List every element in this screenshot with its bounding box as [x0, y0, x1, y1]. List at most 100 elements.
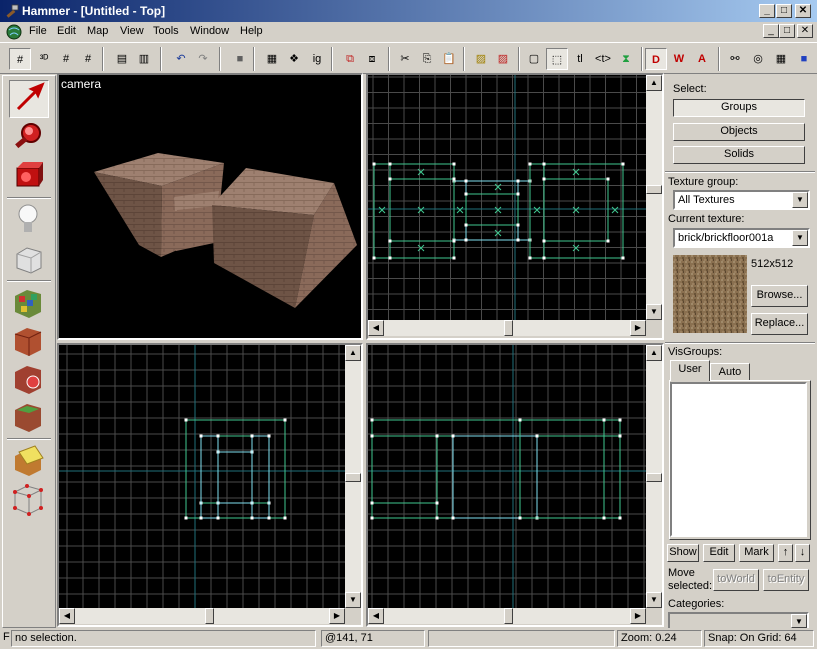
scroll-thumb[interactable]	[646, 473, 662, 482]
block-tool-icon[interactable]	[9, 240, 49, 278]
globe-icon[interactable]	[6, 24, 22, 40]
grid-toggle-icon[interactable]: ▦	[770, 48, 792, 70]
select-mode-icon[interactable]: ⬚	[546, 48, 568, 70]
redo-icon[interactable]: ↷	[192, 48, 214, 70]
move-up-button[interactable]: ↑	[778, 544, 793, 562]
scroll-right-icon[interactable]: ▶	[630, 320, 646, 336]
grid-2d-icon[interactable]: #	[9, 48, 31, 70]
mark-button[interactable]: Mark	[739, 544, 774, 562]
front-viewport[interactable]	[59, 345, 345, 608]
scroll-down-icon[interactable]: ▼	[646, 304, 662, 320]
to-world-button[interactable]: toWorld	[713, 569, 759, 591]
top-viewport[interactable]	[368, 75, 646, 320]
side-viewport-hscroll[interactable]: ◀ ▶	[368, 608, 646, 624]
group-icon[interactable]: ▤	[111, 48, 133, 70]
show-button[interactable]: Show	[667, 544, 699, 562]
hide-unselected-icon[interactable]: ▨	[492, 48, 514, 70]
scroll-thumb[interactable]	[205, 608, 214, 624]
texture-lock-button[interactable]: tl	[569, 48, 591, 70]
minimize-button[interactable]: _	[759, 4, 775, 18]
texture-apply-icon[interactable]: ❖	[283, 48, 305, 70]
scroll-thumb[interactable]	[646, 185, 662, 194]
scroll-down-icon[interactable]: ▼	[646, 592, 662, 608]
menu-map[interactable]: Map	[87, 25, 108, 37]
replace-button[interactable]: Replace...	[751, 313, 808, 335]
mdi-minimize-button[interactable]: _	[763, 24, 779, 38]
render-area-icon[interactable]: A	[691, 48, 713, 70]
target-icon[interactable]: ◎	[747, 48, 769, 70]
magnify-tool-icon[interactable]	[9, 120, 49, 158]
current-texture-select[interactable]: brick/brickfloor001a ▼	[673, 228, 810, 248]
edit-button[interactable]: Edit	[703, 544, 735, 562]
categories-select[interactable]: ▼	[668, 612, 809, 628]
dropdown-arrow-icon[interactable]: ▼	[791, 614, 807, 628]
grid-3d-icon[interactable]: ³ᴰ	[33, 48, 55, 70]
entity-tool-icon[interactable]	[9, 202, 49, 240]
grid-smaller-icon[interactable]: #	[55, 48, 77, 70]
link-icon[interactable]: ⚯	[724, 48, 746, 70]
select-objects-button[interactable]: Objects	[673, 123, 805, 141]
render-filter-icon[interactable]: D	[645, 48, 667, 70]
dropdown-arrow-icon[interactable]: ▼	[792, 192, 808, 208]
tie-to-entity-icon[interactable]: ⧉	[339, 48, 361, 70]
side-viewport[interactable]	[368, 345, 646, 608]
camera-viewport[interactable]: camera	[59, 75, 361, 338]
hide-selected-icon[interactable]: ▨	[470, 48, 492, 70]
scroll-right-icon[interactable]: ▶	[630, 608, 646, 624]
move-to-world-icon[interactable]: ⧈	[361, 48, 383, 70]
cube-group-icon[interactable]: ■	[793, 48, 815, 70]
front-viewport-vscroll[interactable]: ▲ ▼	[345, 345, 361, 608]
scroll-down-icon[interactable]: ▼	[345, 592, 361, 608]
clipping-tool-icon[interactable]	[9, 442, 49, 480]
top-viewport-hscroll[interactable]: ◀ ▶	[368, 320, 646, 336]
texture-application-icon[interactable]	[9, 284, 49, 322]
cut-icon[interactable]: ✂	[394, 48, 416, 70]
flip-icon[interactable]: ⧗	[615, 48, 637, 70]
scroll-up-icon[interactable]: ▲	[646, 75, 662, 91]
scroll-thumb[interactable]	[504, 608, 513, 624]
texture-preview[interactable]	[673, 255, 747, 333]
title-bar[interactable]: Hammer - [Untitled - Top] _ □ ✕	[0, 0, 817, 22]
dropdown-arrow-icon[interactable]: ▼	[792, 230, 808, 246]
menu-file[interactable]: File	[29, 25, 47, 37]
front-viewport-hscroll[interactable]: ◀ ▶	[59, 608, 345, 624]
scroll-left-icon[interactable]: ◀	[368, 320, 384, 336]
close-button[interactable]: ✕	[795, 4, 811, 18]
tab-auto[interactable]: Auto	[710, 363, 750, 381]
menu-tools[interactable]: Tools	[153, 25, 179, 37]
mdi-close-button[interactable]: ✕	[797, 24, 813, 38]
scroll-thumb[interactable]	[345, 473, 361, 482]
paste-icon[interactable]: 📋	[438, 48, 460, 70]
carve-icon[interactable]: ■	[229, 48, 251, 70]
tab-user[interactable]: User	[670, 360, 710, 381]
top-viewport-vscroll[interactable]: ▲ ▼	[646, 75, 662, 320]
copy-icon[interactable]: ⎘	[416, 48, 438, 70]
center-on-selection-button[interactable]: <t>	[592, 48, 614, 70]
select-solids-button[interactable]: Solids	[673, 146, 805, 164]
undo-icon[interactable]: ↶	[170, 48, 192, 70]
browse-button[interactable]: Browse...	[751, 285, 808, 307]
mdi-restore-button[interactable]: □	[779, 24, 795, 38]
move-down-button[interactable]: ↓	[795, 544, 810, 562]
menu-edit[interactable]: Edit	[57, 25, 76, 37]
menu-view[interactable]: View	[120, 25, 144, 37]
selection-box-icon[interactable]: ▢	[523, 48, 545, 70]
scroll-right-icon[interactable]: ▶	[329, 608, 345, 624]
hollow-icon[interactable]: ▦	[261, 48, 283, 70]
visgroups-list[interactable]	[670, 382, 807, 537]
scroll-thumb[interactable]	[504, 320, 513, 336]
apply-overlays-icon[interactable]	[9, 398, 49, 436]
ungroup-icon[interactable]: ▥	[133, 48, 155, 70]
select-groups-button[interactable]: Groups	[673, 99, 805, 117]
menu-window[interactable]: Window	[190, 25, 229, 37]
to-entity-button[interactable]: toEntity	[763, 569, 809, 591]
render-wire-icon[interactable]: W	[668, 48, 690, 70]
vertex-tool-icon[interactable]	[9, 480, 49, 518]
scroll-up-icon[interactable]: ▲	[646, 345, 662, 361]
selection-tool-icon[interactable]	[9, 80, 49, 118]
apply-decals-icon[interactable]	[9, 360, 49, 398]
texture-group-select[interactable]: All Textures ▼	[673, 190, 810, 210]
scroll-left-icon[interactable]: ◀	[368, 608, 384, 624]
apply-current-texture-icon[interactable]	[9, 322, 49, 360]
maximize-button[interactable]: □	[776, 4, 792, 18]
